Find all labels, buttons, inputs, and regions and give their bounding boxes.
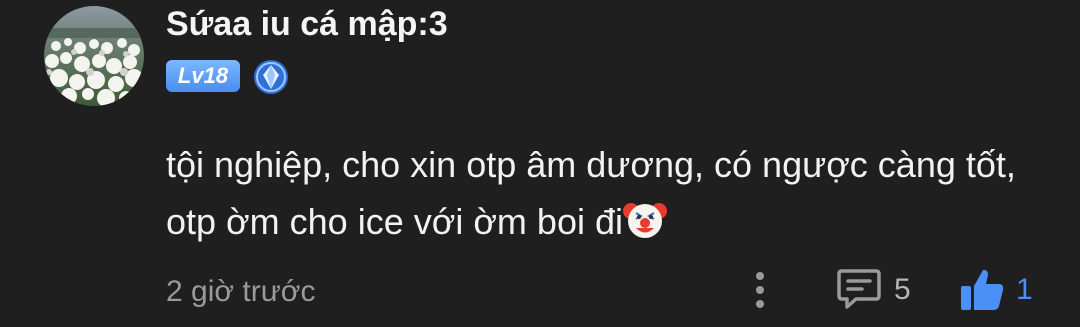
reply-button[interactable]: 5 <box>836 266 946 314</box>
comment-item: Sứaa iu cá mập:3 Lv18 tội nghiệp, cho xi… <box>0 0 1080 327</box>
comment-text-content: tội nghiệp, cho xin otp âm dương, có ngư… <box>166 144 1016 242</box>
avatar-image <box>44 6 144 106</box>
avatar[interactable] <box>44 6 144 106</box>
like-count: 1 <box>1016 273 1033 306</box>
like-button[interactable]: 1 <box>958 264 1048 316</box>
timestamp: 2 giờ trước <box>166 275 316 308</box>
thumbs-up-icon <box>961 269 1004 310</box>
clown-face-emoji <box>622 197 667 241</box>
comment-text: tội nghiệp, cho xin otp âm dương, có ngư… <box>166 136 1046 250</box>
comment-bubble-icon <box>837 269 881 309</box>
rank-badge-icon <box>252 58 290 96</box>
more-options-button[interactable] <box>744 268 776 312</box>
more-vertical-icon <box>756 272 764 308</box>
reply-count: 5 <box>894 273 911 306</box>
level-badge: Lv18 <box>166 60 240 92</box>
username[interactable]: Sứaa iu cá mập:3 <box>166 4 448 44</box>
